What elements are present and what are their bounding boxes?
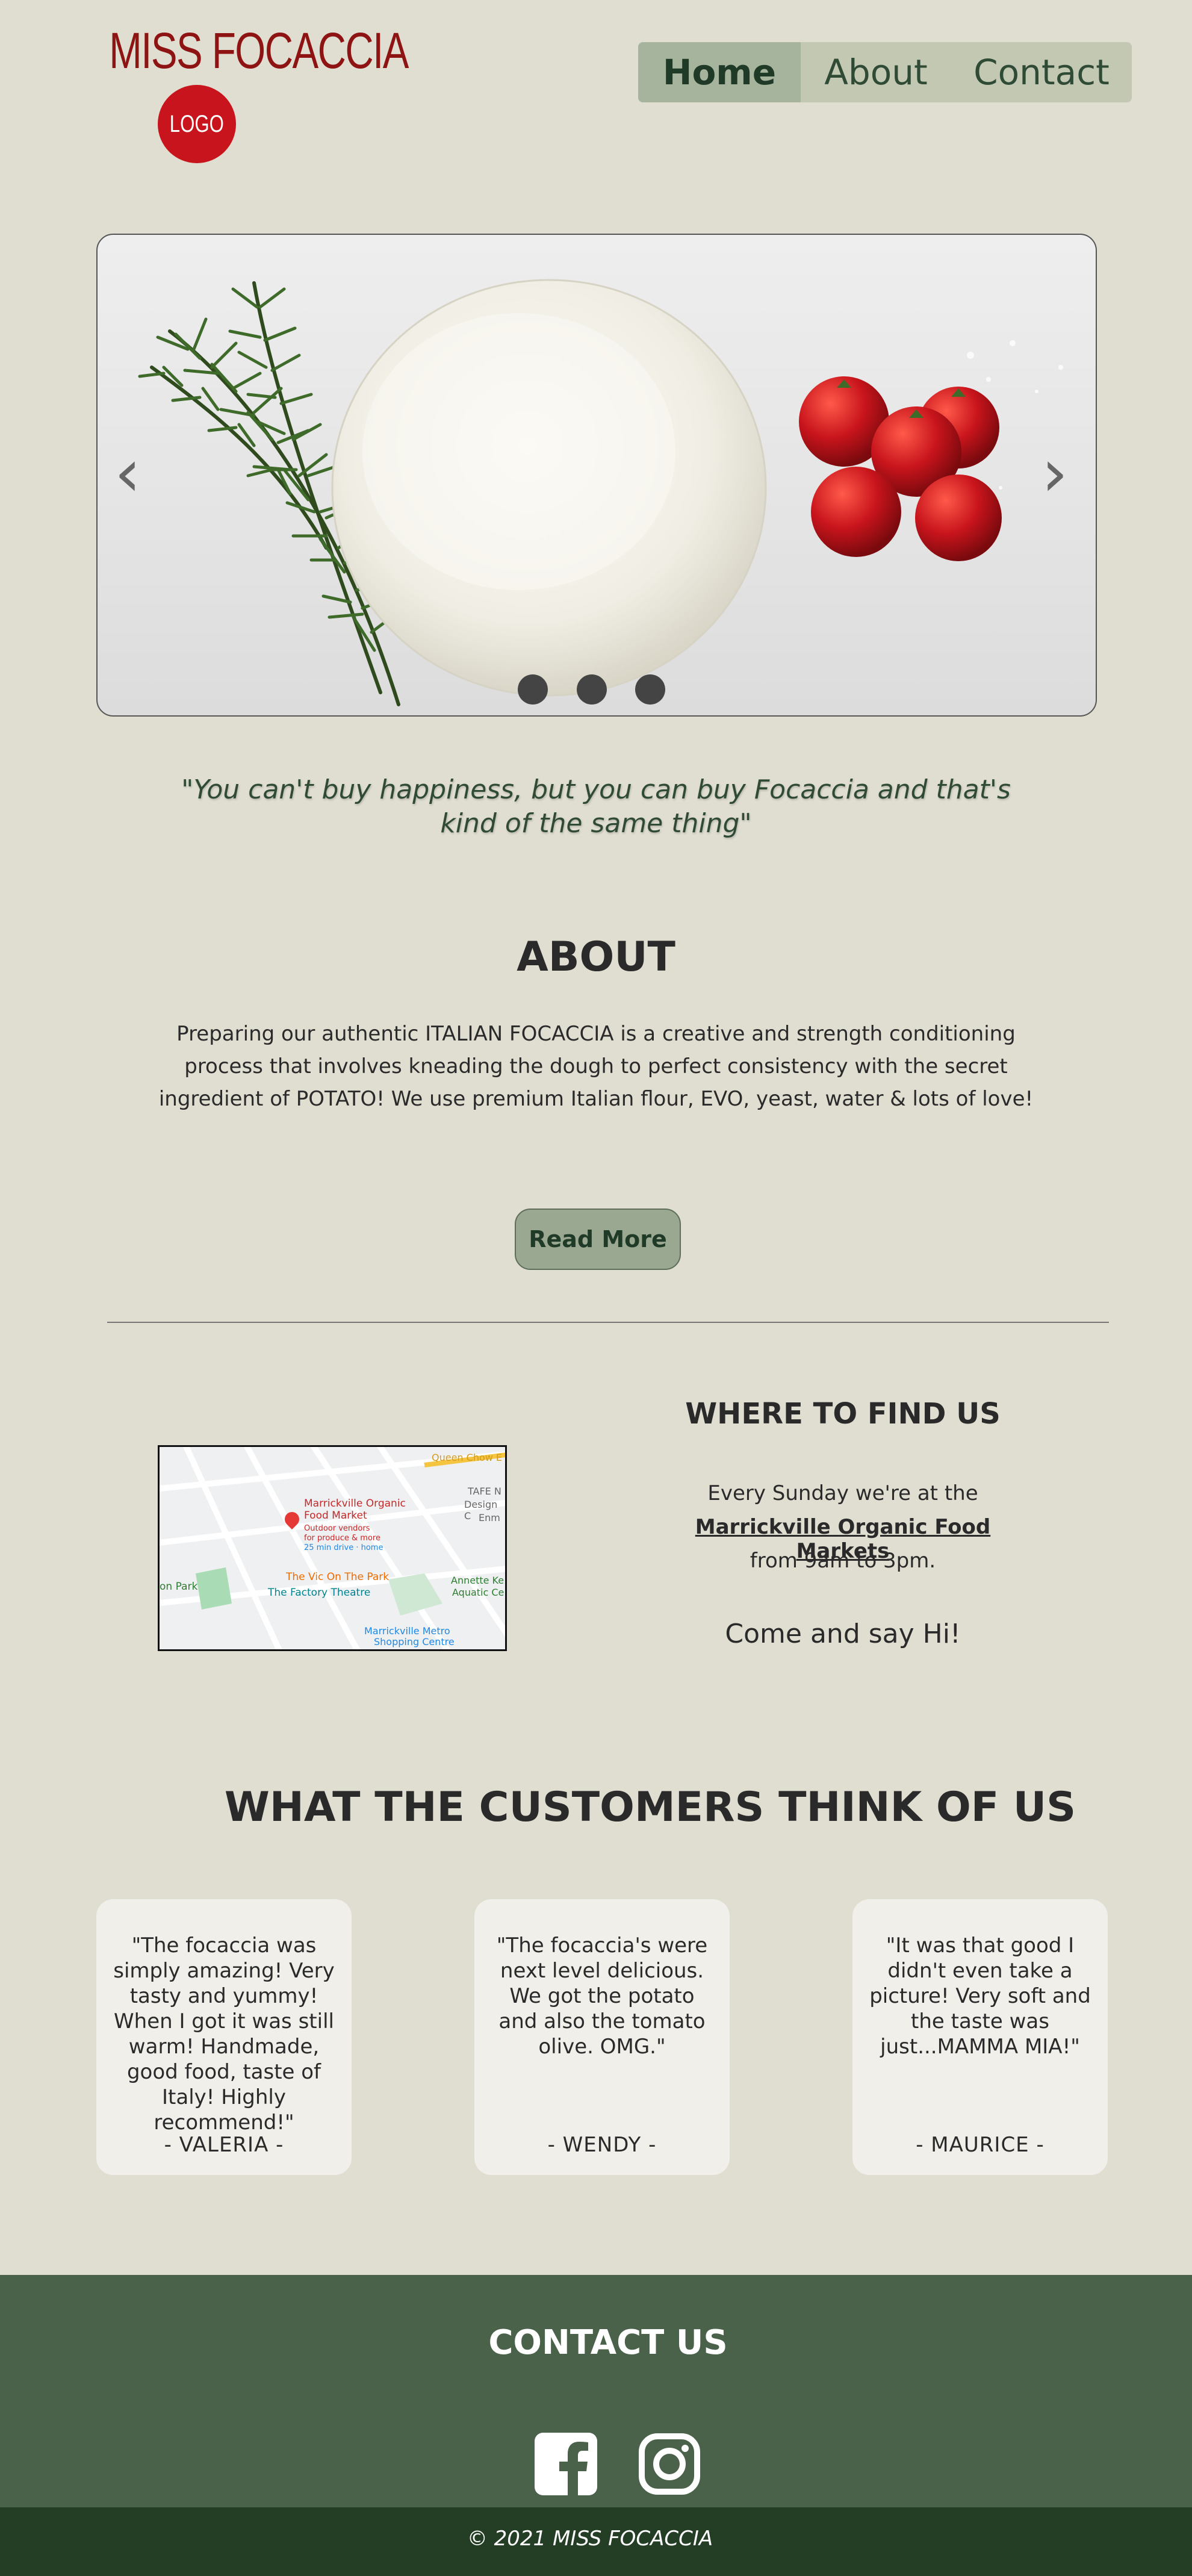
about-heading: ABOUT — [517, 933, 675, 981]
hero-image — [138, 279, 1063, 706]
main-nav: Home About Contact — [638, 42, 1132, 102]
map-place: Aquatic Ce — [452, 1587, 504, 1598]
map-place: The Factory Theatre — [268, 1587, 371, 1599]
carousel-dot-3[interactable] — [635, 674, 665, 705]
map-label: Enm — [479, 1512, 500, 1523]
map-place: The Vic On The Park — [286, 1571, 390, 1583]
find-us-hours: from 9am to 3pm. — [750, 1549, 936, 1573]
location-map[interactable]: Queen Chow E TAFE N Design C Enm Marrick… — [158, 1445, 507, 1651]
review-card: "The focaccia's were next level deliciou… — [474, 1899, 730, 2175]
review-text: "The focaccia's were next level deliciou… — [496, 1934, 708, 2059]
section-divider — [107, 1322, 1109, 1323]
map-place: Marrickville Metro — [364, 1625, 450, 1637]
review-author: - VALERIA - — [164, 2133, 284, 2157]
about-text: Preparing our authentic ITALIAN FOCACCIA… — [158, 1022, 1034, 1111]
logo[interactable]: LOGO — [158, 85, 236, 163]
nav-contact[interactable]: Contact — [951, 42, 1132, 102]
map-label: TAFE N — [468, 1486, 501, 1497]
read-more-button[interactable]: Read More — [515, 1209, 681, 1270]
review-card: "The focaccia was simply amazing! Very t… — [96, 1899, 352, 2175]
map-pin-sub: 25 min drive · home — [304, 1543, 383, 1552]
carousel-next-button[interactable]: › — [1041, 440, 1078, 506]
carousel-prev-button[interactable]: ‹ — [114, 440, 151, 506]
review-card: "It was that good I didn't even take a p… — [852, 1899, 1108, 2175]
review-author: - WENDY - — [547, 2133, 657, 2157]
review-author: - MAURICE - — [916, 2133, 1045, 2157]
copyright-text: © 2021 MISS FOCACCIA — [467, 2527, 713, 2551]
map-place: Shopping Centre — [374, 1636, 455, 1647]
review-text: "The focaccia was simply amazing! Very t… — [113, 1934, 335, 2135]
map-pin-sub: for produce & more — [304, 1534, 380, 1543]
find-us-heading: WHERE TO FIND US — [685, 1397, 1001, 1431]
nav-home[interactable]: Home — [638, 42, 801, 102]
say-hi-text: Come and say Hi! — [725, 1619, 961, 1649]
review-text: "It was that good I didn't even take a p… — [869, 1934, 1091, 2059]
carousel-dot-2[interactable] — [577, 674, 607, 705]
hero-quote: "You can't buy happiness, but you can bu… — [181, 774, 1011, 839]
hero-carousel: ‹ › — [96, 234, 1097, 717]
nav-about[interactable]: About — [801, 42, 951, 102]
map-pin-sub: Outdoor vendors — [304, 1524, 370, 1533]
facebook-icon[interactable] — [535, 2433, 597, 2495]
customers-heading: WHAT THE CUSTOMERS THINK OF US — [224, 1784, 1076, 1831]
find-us-line1: Every Sunday we're at the — [707, 1481, 978, 1505]
instagram-icon[interactable] — [638, 2433, 701, 2495]
carousel-dot-1[interactable] — [518, 674, 548, 705]
map-place: Annette Ke — [451, 1575, 504, 1586]
map-label: Queen Chow E — [432, 1452, 503, 1463]
map-pin-title: Marrickville Organic Food Market — [304, 1498, 406, 1522]
contact-heading: CONTACT US — [488, 2323, 728, 2362]
brand-title: MISS FOCACCIA — [109, 22, 409, 79]
logo-text: LOGO — [169, 110, 225, 137]
map-place: on Park — [160, 1581, 198, 1593]
